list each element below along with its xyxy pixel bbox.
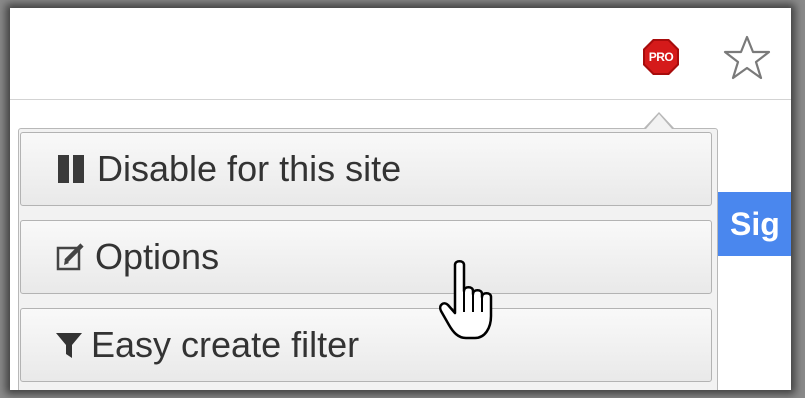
menu-item-label: Easy create filter [91,324,360,365]
popup-caret [646,114,672,129]
star-outline-icon [723,35,771,80]
extension-pro-button[interactable]: PRO [642,38,680,76]
menu-item-disable-for-site[interactable]: Disable for this site [20,132,712,206]
hand-pointer-icon [438,258,504,344]
menu-item-easy-create-filter[interactable]: Easy create filter [20,308,712,382]
extension-badge-text: PRO [648,50,674,64]
menu-item-label: Options [95,236,220,277]
menu-item-label: Disable for this site [97,148,402,189]
page-sign-in-button[interactable]: Sig [716,192,791,256]
pause-icon [55,152,89,186]
bookmark-star-button[interactable] [722,34,772,82]
filter-icon [55,330,83,360]
menu-item-options[interactable]: Options [20,220,712,294]
browser-toolbar: PRO [10,8,791,100]
browser-window: PRO Sig Disable for this site Options Ea… [10,8,791,390]
edit-icon [55,241,87,273]
